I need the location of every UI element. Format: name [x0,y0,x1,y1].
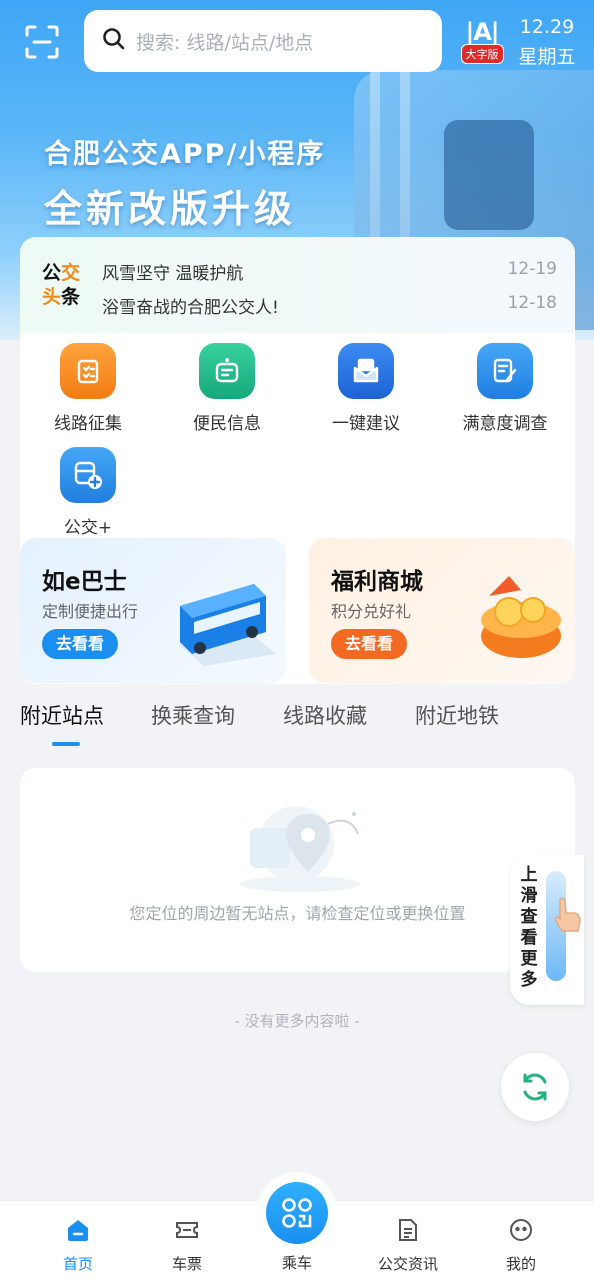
gift-box-icon [481,576,561,658]
service-label: 便民信息 [193,414,261,434]
slide-up-hint-text: 上滑查看更多 [520,865,538,990]
weekday-text: 星期五 [518,46,576,68]
qr-code-icon [266,1182,328,1244]
slide-up-hint[interactable]: 上滑查看更多 [510,855,584,1005]
nav-bus-news[interactable]: 公交资讯 [358,1217,458,1274]
scan-icon[interactable] [24,24,60,60]
banner-bus-window [444,120,534,230]
survey-icon [477,343,533,399]
date-display: 12.29 星期五 [516,16,578,69]
nav-tickets[interactable]: 车票 [137,1217,237,1274]
banner-subheadline: 全新改版升级 [44,187,297,231]
service-label: 公交+ [63,518,113,538]
news-item-date: 12-18 [507,293,557,313]
news-logo: 公交 头条 [42,262,81,308]
service-label: 线路征集 [54,414,122,434]
tab-nearby-metro[interactable]: 附近地铁 [415,700,499,730]
nearby-stops-panel: 您定位的周边暂无站点，请检查定位或更换位置 [20,768,575,972]
refresh-icon [523,1073,547,1101]
news-icon [399,1219,417,1241]
service-bus-plus[interactable]: 公交+ [28,447,148,538]
search-placeholder: 搜索: 线路/站点/地点 [136,31,314,54]
tab-favorite-routes[interactable]: 线路收藏 [283,700,367,730]
promo-subtitle: 定制便捷出行 [42,602,139,621]
service-suggestion[interactable]: 一键建议 [306,343,426,434]
promo-view-button[interactable]: 去看看 [42,629,119,659]
nav-label: 我的 [505,1255,536,1273]
news-item-title[interactable]: 浴雪奋战的合肥公交人! [102,293,279,318]
tab-transfer-query[interactable]: 换乘查询 [151,700,235,730]
service-route-collection[interactable]: 线路征集 [28,343,148,434]
nav-ride[interactable] [256,1172,338,1254]
search-input[interactable]: 搜索: 线路/站点/地点 [84,10,442,72]
nav-label: 车票 [171,1255,202,1273]
mail-icon [338,343,394,399]
home-icon [68,1220,88,1241]
profile-icon [510,1219,532,1241]
promo-title: 福利商城 [331,569,423,595]
ticket-icon [176,1222,198,1238]
promo-view-button[interactable]: 去看看 [331,629,408,659]
search-icon [102,27,126,55]
hand-pointer-icon [554,897,581,932]
promo-welfare-mall[interactable]: 福利商城 积分兑好礼 去看看 [309,538,575,683]
refresh-button[interactable] [501,1053,569,1121]
message-icon [199,343,255,399]
end-of-list-text: - 没有更多内容啦 - [234,1012,360,1030]
nav-label: 首页 [62,1255,93,1273]
bus-illustration-icon [178,584,276,666]
active-tab-indicator [52,742,80,746]
nav-label: 公交资讯 [377,1255,438,1273]
nav-profile[interactable]: 我的 [471,1217,571,1274]
service-label: 一键建议 [332,414,400,434]
banner-headline: 合肥公交APP/小程序 [44,139,326,170]
large-font-toggle[interactable]: |A| 大字版 [458,18,506,66]
nav-home[interactable]: 首页 [28,1217,128,1274]
promo-custom-bus[interactable]: 如e巴士 定制便捷出行 去看看 [20,538,286,683]
large-font-label: 大字版 [460,44,504,64]
service-satisfaction-survey[interactable]: 满意度调查 [445,343,565,434]
clipboard-icon [60,343,116,399]
large-font-icon: |A| [465,18,499,46]
station-tabs: 附近站点 换乘查询 线路收藏 附近地铁 [20,700,580,748]
news-item-title[interactable]: 风雪坚守 温暖护航 [102,259,243,284]
service-label: 满意度调查 [462,414,548,434]
services-card: 公交 头条 风雪坚守 温暖护航 12-19 浴雪奋战的合肥公交人! 12-18 … [20,237,575,684]
promo-subtitle: 积分兑好礼 [331,602,412,621]
service-public-info[interactable]: 便民信息 [167,343,287,434]
date-text: 12.29 [519,16,575,38]
promo-title: 如e巴士 [42,569,127,595]
location-pin-icon [240,806,360,892]
news-item-date: 12-19 [507,259,557,279]
nav-label: 乘车 [281,1254,312,1272]
tab-nearby-stops[interactable]: 附近站点 [20,700,104,730]
empty-state-message: 您定位的周边暂无站点，请检查定位或更换位置 [129,904,466,923]
news-headlines[interactable]: 公交 头条 风雪坚守 温暖护航 12-19 浴雪奋战的合肥公交人! 12-18 [20,237,575,333]
bus-plus-icon [60,447,116,503]
